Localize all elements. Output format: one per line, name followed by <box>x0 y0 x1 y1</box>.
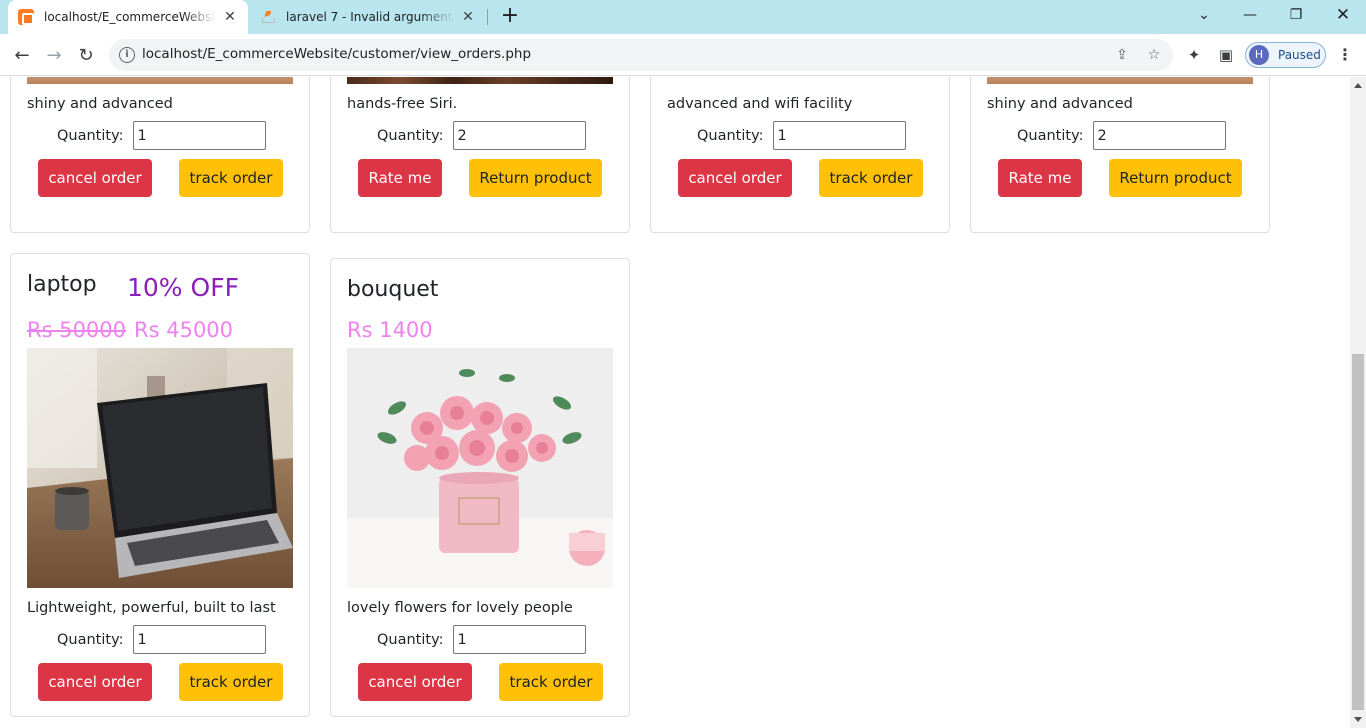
product-image <box>987 77 1253 84</box>
price: Rs 50000 Rs 45000 <box>27 318 233 342</box>
product-description: shiny and advanced <box>27 96 173 112</box>
product-image <box>347 348 613 588</box>
product-name: laptop <box>27 272 97 297</box>
quantity-row: Quantity: <box>57 625 266 654</box>
quantity-row: Quantity: <box>377 625 586 654</box>
quantity-label: Quantity: <box>377 631 444 648</box>
order-card-laptop: laptop 10% OFF Rs 50000 Rs 45000 Lightwe… <box>10 253 310 717</box>
product-description: lovely flowers for lovely people <box>347 600 573 616</box>
page-content: shiny and advanced Quantity: cancel orde… <box>0 77 1350 728</box>
tab-inactive[interactable]: laravel 7 - Invalid argument supp ✕ <box>250 0 486 34</box>
url-text[interactable]: localhost/E_commerceWebsite/customer/vie… <box>142 46 531 62</box>
new-tab-button[interactable]: + <box>498 5 522 29</box>
profile-button[interactable]: H Paused <box>1245 42 1326 68</box>
quantity-input[interactable] <box>132 121 266 150</box>
track-order-button[interactable]: track order <box>179 663 283 701</box>
rate-me-button[interactable]: Rate me <box>998 159 1082 197</box>
quantity-row: Quantity: <box>57 121 266 150</box>
product-description: hands-free Siri. <box>347 96 458 112</box>
close-tab-icon[interactable]: ✕ <box>460 9 476 25</box>
product-image <box>347 77 613 84</box>
browser-tab-strip: localhost/E_commerceWebsite/cu ✕ laravel… <box>0 0 1366 34</box>
extensions-puzzle-icon[interactable]: ✦ <box>1184 45 1204 65</box>
quantity-input[interactable] <box>452 121 586 150</box>
reload-button[interactable]: ↻ <box>71 40 101 70</box>
side-panel-icon[interactable]: ▣ <box>1216 45 1236 65</box>
bookmark-star-icon[interactable]: ☆ <box>1145 46 1163 64</box>
avatar: H <box>1249 45 1269 65</box>
share-icon[interactable]: ⇪ <box>1113 46 1131 64</box>
site-info-icon[interactable]: i <box>119 47 135 63</box>
price: Rs 1400 <box>347 318 433 342</box>
forward-button[interactable]: → <box>39 40 69 70</box>
product-description: shiny and advanced <box>987 96 1133 112</box>
back-button[interactable]: ← <box>7 40 37 70</box>
tab-divider <box>487 9 488 25</box>
cancel-order-button[interactable]: cancel order <box>38 159 152 197</box>
window-close-button[interactable]: ✕ <box>1320 0 1366 30</box>
quantity-input[interactable] <box>452 625 586 654</box>
quantity-row: Quantity: <box>377 121 586 150</box>
rate-me-button[interactable]: Rate me <box>358 159 442 197</box>
quantity-row: Quantity: <box>697 121 906 150</box>
quantity-input[interactable] <box>1092 121 1226 150</box>
order-card-bouquet: bouquet Rs 1400 lovely flowers for lovel… <box>330 258 630 717</box>
restore-button[interactable]: ❐ <box>1273 0 1319 30</box>
return-product-button[interactable]: Return product <box>1109 159 1242 197</box>
laptop-photo <box>27 348 293 588</box>
product-description: advanced and wifi facility <box>667 96 853 112</box>
cancel-order-button[interactable]: cancel order <box>358 663 472 701</box>
address-bar[interactable]: i localhost/E_commerceWebsite/customer/v… <box>109 39 1173 71</box>
order-card: shiny and advanced Quantity: cancel orde… <box>10 77 310 233</box>
scrollbar-thumb[interactable] <box>1352 354 1364 710</box>
product-description: Lightweight, powerful, built to last <box>27 600 276 616</box>
close-tab-icon[interactable]: ✕ <box>222 9 238 25</box>
quantity-label: Quantity: <box>57 631 124 648</box>
product-name: bouquet <box>347 277 439 302</box>
quantity-input[interactable] <box>132 625 266 654</box>
browser-toolbar: ← → ↻ i localhost/E_commerceWebsite/cust… <box>0 34 1366 76</box>
track-order-button[interactable]: track order <box>499 663 603 701</box>
quantity-row: Quantity: <box>1017 121 1226 150</box>
bouquet-photo <box>347 348 613 588</box>
order-card: shiny and advanced Quantity: Rate me Ret… <box>970 77 1270 233</box>
tab-search-chevron-icon[interactable]: ⌄ <box>1181 0 1227 30</box>
order-card: hands-free Siri. Quantity: Rate me Retur… <box>330 77 630 233</box>
stackoverflow-icon <box>260 9 276 25</box>
new-price: Rs 1400 <box>347 318 433 342</box>
track-order-button[interactable]: track order <box>179 159 283 197</box>
discount-badge: 10% OFF <box>127 273 239 302</box>
xampp-icon <box>18 9 34 25</box>
quantity-label: Quantity: <box>697 127 764 144</box>
quantity-input[interactable] <box>772 121 906 150</box>
minimize-button[interactable]: — <box>1227 0 1273 30</box>
product-image <box>27 77 293 84</box>
page-scrollbar[interactable] <box>1350 77 1366 728</box>
scroll-up-arrow-icon[interactable] <box>1354 83 1362 88</box>
tab-title: localhost/E_commerceWebsite/cu <box>44 10 216 24</box>
browser-menu-icon[interactable]: ⋮ <box>1335 44 1355 66</box>
new-price: Rs 45000 <box>134 318 234 342</box>
quantity-label: Quantity: <box>377 127 444 144</box>
tab-active[interactable]: localhost/E_commerceWebsite/cu ✕ <box>8 0 248 34</box>
old-price: Rs 50000 <box>27 318 127 342</box>
order-card: advanced and wifi facility Quantity: can… <box>650 77 950 233</box>
product-image <box>27 348 293 588</box>
cancel-order-button[interactable]: cancel order <box>678 159 792 197</box>
quantity-label: Quantity: <box>57 127 124 144</box>
scroll-down-arrow-icon[interactable] <box>1354 717 1362 722</box>
profile-status: Paused <box>1278 48 1321 62</box>
return-product-button[interactable]: Return product <box>469 159 602 197</box>
track-order-button[interactable]: track order <box>819 159 923 197</box>
tab-title: laravel 7 - Invalid argument supp <box>286 10 454 24</box>
cancel-order-button[interactable]: cancel order <box>38 663 152 701</box>
quantity-label: Quantity: <box>1017 127 1084 144</box>
